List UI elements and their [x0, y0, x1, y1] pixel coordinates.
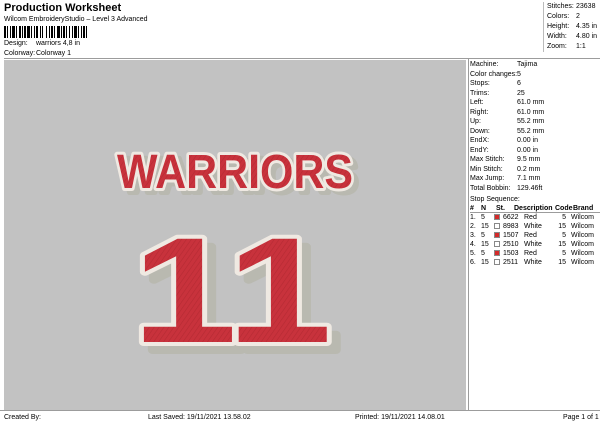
color-swatch-icon: [494, 241, 500, 247]
design-row: Design: warriors 4,8 in: [4, 40, 80, 47]
prop-row: Machine: Tajima: [470, 61, 538, 68]
cell-st: 2511: [503, 259, 519, 266]
cell-desc: Red: [524, 232, 537, 239]
page-title: Production Worksheet: [4, 2, 122, 14]
cell-code: 15: [558, 259, 566, 266]
color-swatch-icon: [494, 232, 500, 238]
colorway-row: Colorway:Colorway 1: [4, 50, 71, 57]
cell-n: 15: [481, 223, 489, 230]
cell-st: 8983: [503, 223, 519, 230]
design-label: Design:: [4, 40, 28, 47]
summary-height: Height: 4.35 in: [547, 23, 598, 30]
prop-row: Min Stitch: 0.2 mm: [470, 165, 541, 173]
cell-code: 5: [562, 214, 566, 221]
color-swatch-icon: [494, 214, 500, 220]
cell-brand: Wilcom: [571, 214, 594, 221]
cell-brand: Wilcom: [571, 223, 594, 230]
colorway-label: Colorway:: [4, 50, 36, 57]
prop-row: Max Stitch: 9.5 mm: [470, 156, 541, 163]
cell-desc: Red: [524, 250, 537, 257]
design-value: warriors 4,8 in: [36, 40, 80, 47]
color-swatch-icon: [494, 223, 500, 229]
table-row: 3. 5 1507 Red 5 Wilcom: [470, 231, 600, 240]
cell-n: 5: [481, 232, 485, 239]
page-number: Page 1 of 1: [563, 414, 599, 421]
summary-colors: Colors: 2: [547, 13, 580, 20]
cell-brand: Wilcom: [571, 250, 594, 257]
table-row: 1. 5 6622 Red 5 Wilcom: [470, 213, 600, 222]
prop-row: Left: 61.0 mm: [470, 99, 545, 106]
prop-row: Down: 55.2 mm: [470, 127, 545, 135]
cell-desc: White: [524, 241, 542, 248]
prop-row: Color changes: 5: [470, 70, 521, 78]
design-preview: WARRIORS WARRIORS WARRIORS 11 11 11: [4, 60, 466, 410]
created-by: Created By:: [4, 414, 41, 421]
embroidery-design: WARRIORS WARRIORS WARRIORS 11 11 11: [114, 143, 361, 386]
cell-desc: White: [524, 259, 542, 266]
cell-code: 5: [562, 232, 566, 239]
cell-desc: White: [524, 223, 542, 230]
cell-num: 1.: [470, 214, 476, 221]
header-divider: [4, 58, 600, 59]
cell-code: 15: [558, 223, 566, 230]
cell-num: 2.: [470, 223, 476, 230]
cell-code: 15: [558, 241, 566, 248]
prop-row: EndX: 0.00 in: [470, 137, 539, 144]
cell-num: 6.: [470, 259, 476, 266]
cell-brand: Wilcom: [571, 241, 594, 248]
number-fill: 11: [132, 206, 332, 374]
colorway-value: Colorway 1: [36, 50, 72, 57]
cell-st: 1507: [503, 232, 519, 239]
cell-code: 5: [562, 250, 566, 257]
cell-brand: Wilcom: [571, 232, 594, 239]
summary-box: Stitches: 23638 Colors: 2 Height: 4.35 in W…: [543, 2, 600, 52]
column-divider: [468, 58, 469, 410]
summary-width: Width: 4.80 in: [547, 33, 598, 40]
cell-brand: Wilcom: [571, 259, 594, 266]
stop-sequence-title: Stop Sequence:: [470, 196, 520, 203]
printed-date: Printed: 19/11/2021 14.08.01: [355, 414, 445, 421]
table-row: 2. 15 8983 White 15 Wilcom: [470, 222, 600, 231]
prop-row: Right: 61.0 mm: [470, 108, 545, 116]
cell-n: 5: [481, 214, 485, 221]
warriors-fill: WARRIORS: [117, 146, 353, 199]
cell-desc: Red: [524, 214, 537, 221]
prop-row: Trims: 25: [470, 89, 525, 97]
cell-st: 6622: [503, 214, 519, 221]
software-subtitle: Wilcom EmbroideryStudio – Level 3 Advanc…: [4, 16, 148, 23]
prop-row: Up: 55.2 mm: [470, 118, 545, 125]
cell-n: 5: [481, 250, 485, 257]
page-footer: Created By: Last Saved: 19/11/2021 13.58…: [0, 412, 600, 424]
cell-num: 3.: [470, 232, 476, 239]
table-header: # N St. Description Code Brand: [470, 204, 600, 213]
footer-divider: [0, 410, 600, 411]
table-row: 6. 15 2511 White 15 Wilcom: [470, 258, 600, 267]
table-row: 4. 15 2510 White 15 Wilcom: [470, 240, 600, 249]
color-swatch-icon: [494, 259, 500, 265]
summary-stitches: Stitches: 23638: [547, 3, 596, 10]
cell-num: 5.: [470, 250, 476, 257]
warriors-lettering: WARRIORS WARRIORS WARRIORS: [114, 143, 361, 206]
barcode-image: [4, 26, 126, 38]
prop-row: Total Bobbin: 129.46ft: [470, 184, 543, 192]
cell-num: 4.: [470, 241, 476, 248]
prop-row: EndY: 0.00 in: [470, 146, 539, 154]
last-saved: Last Saved: 19/11/2021 13.58.02: [148, 414, 251, 421]
cell-st: 1503: [503, 250, 519, 257]
prop-row: Stops: 6: [470, 80, 521, 87]
number-lettering: 11 11 11: [128, 202, 345, 386]
summary-zoom: Zoom: 1:1: [547, 43, 586, 50]
stop-sequence-table: Stop Sequence: # N St. Description Code …: [470, 195, 600, 267]
cell-st: 2510: [503, 241, 519, 248]
table-row: 5. 5 1503 Red 5 Wilcom: [470, 249, 600, 258]
machine-properties: Machine: Tajima Color changes: 5 Stops: 6 T…: [470, 60, 600, 193]
prop-row: Max Jump: 7.1 mm: [470, 175, 541, 182]
color-swatch-icon: [494, 250, 500, 256]
cell-n: 15: [481, 259, 489, 266]
cell-n: 15: [481, 241, 489, 248]
